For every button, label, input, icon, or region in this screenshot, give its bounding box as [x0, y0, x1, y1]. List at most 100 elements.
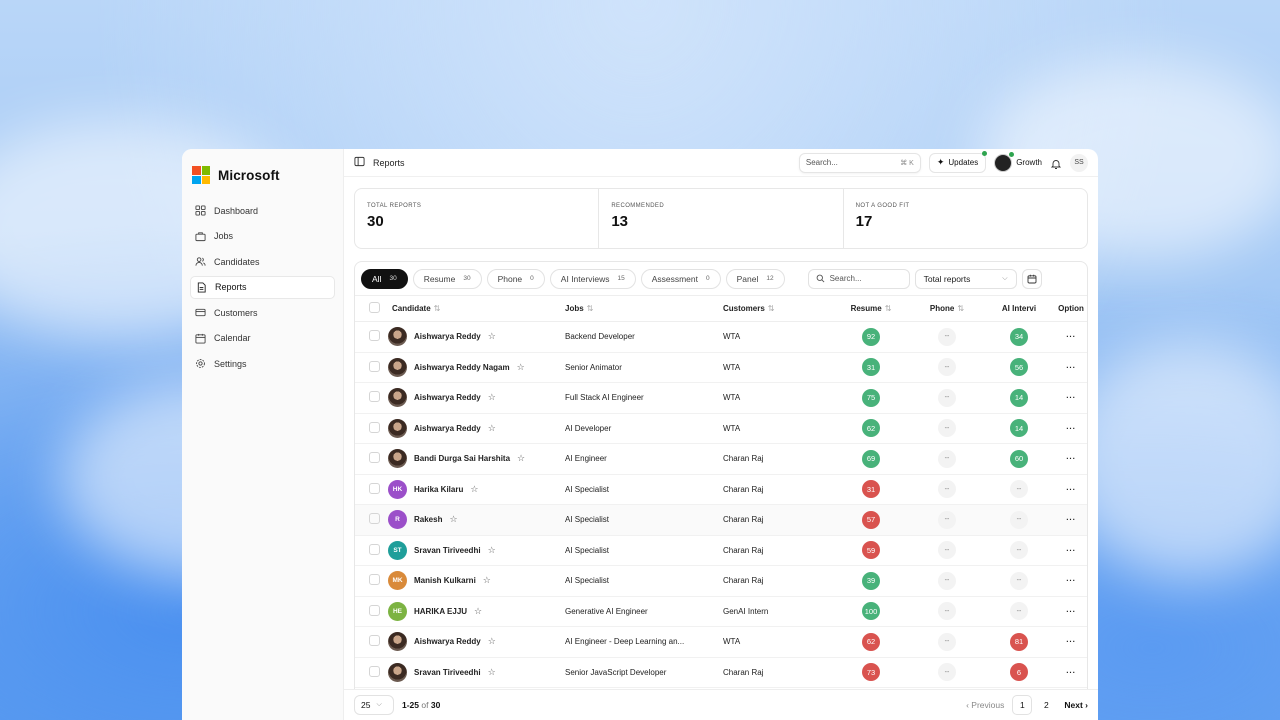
row-checkbox[interactable]	[369, 452, 380, 464]
candidate-cell[interactable]: HE HARIKA EJJU ☆	[388, 601, 565, 621]
filter-tab-panel[interactable]: Panel 12	[725, 268, 785, 289]
table-row[interactable]: Bandi Durga Sai Harshita ☆ AI Engineer Char…	[355, 444, 1087, 475]
col-customers[interactable]: Customers ⇅	[723, 296, 831, 322]
row-options-button[interactable]: ···	[1055, 444, 1087, 475]
candidate-cell[interactable]: Aishwarya Reddy Nagam ☆	[388, 357, 565, 377]
table-row[interactable]: MK Manish Kulkarni ☆ AI Specialist Charan Ra…	[355, 566, 1087, 597]
page-button[interactable]: 2	[1036, 695, 1056, 715]
filter-tab-ai-interviews[interactable]: AI Interviews 15	[549, 268, 636, 289]
col-resume[interactable]: Resume ⇅	[831, 296, 911, 322]
star-icon[interactable]: ☆	[488, 545, 496, 556]
star-icon[interactable]: ☆	[488, 667, 496, 678]
table-row[interactable]: ST Sravan Tiriveedhi ☆ AI Specialist Charan …	[355, 535, 1087, 566]
page-button[interactable]: 1	[1012, 695, 1033, 715]
candidate-cell[interactable]: Aishwarya Reddy ☆	[388, 418, 565, 438]
row-checkbox[interactable]	[369, 574, 380, 586]
previous-page-button[interactable]: ‹ Previous	[966, 700, 1004, 710]
col-jobs[interactable]: Jobs ⇅	[565, 296, 723, 322]
calendar-button[interactable]	[1021, 268, 1042, 289]
star-icon[interactable]: ☆	[517, 453, 525, 464]
row-checkbox[interactable]	[369, 360, 380, 372]
star-icon[interactable]: ☆	[474, 606, 482, 617]
row-checkbox[interactable]	[369, 482, 380, 494]
table-row[interactable]: Aishwarya Reddy ☆ AI Developer WTA 62 -- 14 ···	[355, 413, 1087, 444]
row-checkbox[interactable]	[369, 543, 380, 555]
table-row[interactable]: Aishwarya Reddy ☆ Full Stack AI Engineer WT…	[355, 383, 1087, 414]
customer-cell: Charan Raj	[723, 484, 764, 494]
row-checkbox[interactable]	[369, 421, 380, 433]
table-row[interactable]: Aishwarya Reddy ☆ AI Engineer - Deep Learn…	[355, 627, 1087, 658]
candidate-cell[interactable]: MK Manish Kulkarni ☆	[388, 571, 565, 591]
table-row[interactable]: Aishwarya Reddy Nagam ☆ Senior Animator WTA…	[355, 352, 1087, 383]
row-checkbox[interactable]	[369, 635, 380, 647]
row-options-button[interactable]: ···	[1055, 596, 1087, 627]
table-row[interactable]: HK Harika Kilaru ☆ AI Specialist Charan Raj 3…	[355, 474, 1087, 505]
sidebar-item-dashboard[interactable]: Dashboard	[190, 199, 335, 222]
ai-empty: --	[1010, 571, 1028, 590]
col-ai-interviews[interactable]: AI Intervi	[983, 296, 1055, 322]
candidate-cell[interactable]: Aishwarya Reddy ☆	[388, 388, 565, 408]
row-options-button[interactable]: ···	[1055, 322, 1087, 353]
row-checkbox[interactable]	[369, 391, 380, 403]
select-all-checkbox[interactable]	[369, 302, 380, 313]
row-options-button[interactable]: ···	[1055, 413, 1087, 444]
candidate-cell[interactable]: Sravan Tiriveedhi ☆	[388, 662, 565, 682]
sidebar-toggle-icon[interactable]	[354, 154, 365, 172]
table-row[interactable]: Sravan Tiriveedhi ☆ Senior JavaScript Deve…	[355, 657, 1087, 688]
row-checkbox[interactable]	[369, 604, 380, 616]
row-options-button[interactable]: ···	[1055, 627, 1087, 658]
sidebar-item-jobs[interactable]: Jobs	[190, 225, 335, 248]
global-search-input[interactable]: Search... ⌘ K	[798, 152, 921, 173]
star-icon[interactable]: ☆	[517, 362, 525, 373]
row-options-button[interactable]: ···	[1055, 535, 1087, 566]
star-icon[interactable]: ☆	[470, 484, 478, 495]
candidate-cell[interactable]: Aishwarya Reddy ☆	[388, 632, 565, 652]
row-options-button[interactable]: ···	[1055, 352, 1087, 383]
col-candidate[interactable]: Candidate ⇅	[385, 296, 565, 322]
next-page-button[interactable]: Next ›	[1064, 700, 1088, 710]
table-row[interactable]: HE HARIKA EJJU ☆ Generative AI Engineer GenA…	[355, 596, 1087, 627]
sidebar-item-settings[interactable]: Settings	[190, 352, 335, 375]
row-options-button[interactable]: ···	[1055, 474, 1087, 505]
candidate-cell[interactable]: Aishwarya Reddy ☆	[388, 327, 565, 347]
report-type-select[interactable]: Total reports ⌵	[914, 268, 1017, 289]
row-checkbox[interactable]	[369, 513, 380, 525]
table-search-input[interactable]: Search...	[807, 268, 910, 289]
star-icon[interactable]: ☆	[488, 331, 496, 342]
filter-tab-resume[interactable]: Resume 30	[412, 268, 482, 289]
col-phone[interactable]: Phone ⇅	[911, 296, 983, 322]
row-checkbox[interactable]	[369, 330, 380, 342]
star-icon[interactable]: ☆	[488, 636, 496, 647]
star-icon[interactable]: ☆	[449, 514, 457, 525]
sidebar-item-label: Customers	[214, 307, 258, 318]
search-icon	[816, 274, 825, 283]
resume-score-badge: 39	[862, 571, 880, 590]
updates-button[interactable]: ✦ Updates	[928, 150, 988, 173]
filter-tab-assessment[interactable]: Assessment 0	[640, 268, 721, 289]
table-row[interactable]: R Rakesh ☆ AI Specialist Charan Raj 57 -- -- ···	[355, 504, 1087, 536]
star-icon[interactable]: ☆	[488, 392, 496, 403]
bell-icon[interactable]	[1050, 157, 1062, 169]
candidate-cell[interactable]: Bandi Durga Sai Harshita ☆	[388, 449, 565, 469]
sidebar-item-calendar[interactable]: Calendar	[190, 327, 335, 350]
sidebar-item-customers[interactable]: Customers	[190, 301, 335, 324]
row-options-button[interactable]: ···	[1055, 657, 1087, 688]
per-page-select[interactable]: 25 ⌵	[354, 695, 394, 715]
row-options-button[interactable]: ···	[1055, 505, 1087, 536]
star-icon[interactable]: ☆	[483, 575, 491, 586]
row-options-button[interactable]: ···	[1055, 566, 1087, 597]
workspace-switcher[interactable]: Growth	[994, 151, 1042, 172]
table-row[interactable]: Aishwarya Reddy ☆ Backend Developer WTA 92 --…	[355, 322, 1087, 353]
candidate-cell[interactable]: ST Sravan Tiriveedhi ☆	[388, 540, 565, 560]
sidebar-item-reports[interactable]: Reports	[190, 275, 335, 299]
candidate-cell[interactable]: HK Harika Kilaru ☆	[388, 479, 565, 499]
row-options-button[interactable]: ···	[1055, 383, 1087, 414]
filter-tab-all[interactable]: All 30	[361, 268, 408, 289]
filter-tab-phone[interactable]: Phone 0	[486, 268, 545, 289]
user-avatar[interactable]: SS	[1070, 153, 1088, 172]
main-area: Reports Search... ⌘ K ✦ Updates Growth S…	[344, 149, 1098, 720]
sidebar-item-candidates[interactable]: Candidates	[190, 250, 335, 273]
row-checkbox[interactable]	[369, 665, 380, 677]
candidate-cell[interactable]: R Rakesh ☆	[388, 510, 565, 530]
star-icon[interactable]: ☆	[488, 423, 496, 434]
